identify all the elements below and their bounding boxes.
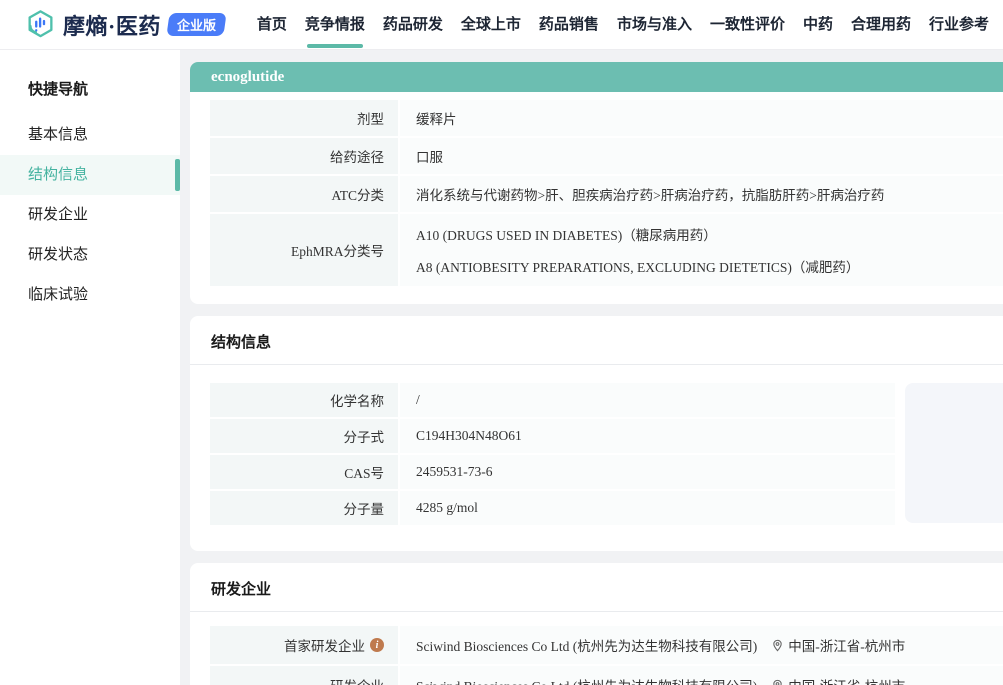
nav-item-global-launch[interactable]: 全球上市: [461, 0, 521, 50]
table-row: 分子量 4285 g/mol: [210, 491, 895, 525]
nav-item-competitive-intel[interactable]: 竞争情报: [305, 0, 365, 50]
drug-name-header: ecnoglutide: [190, 62, 1003, 92]
sidebar-item-rd-status[interactable]: 研发状态: [0, 235, 180, 275]
table-row: CAS号 2459531-73-6: [210, 455, 895, 489]
quick-nav-sidebar: 快捷导航 基本信息 结构信息 研发企业 研发状态 临床试验: [0, 50, 180, 685]
nav-item-drug-sales[interactable]: 药品销售: [539, 0, 599, 50]
brand-hexagon-icon: [25, 9, 56, 40]
ephmra-line-1: A10 (DRUGS USED IN DIABETES)（糖尿病用药）: [416, 224, 717, 244]
row-value: /: [400, 383, 895, 417]
sidebar-item-structure-info[interactable]: 结构信息: [0, 155, 180, 195]
location-pin-icon: [771, 679, 784, 685]
row-label: 给药途径: [210, 138, 398, 174]
nav-item-market-access[interactable]: 市场与准入: [617, 0, 692, 50]
company-name[interactable]: Sciwind Biosciences Co Ltd (杭州先为达生物科技有限公…: [416, 675, 757, 685]
location-pin-icon: [771, 639, 784, 652]
row-value: A10 (DRUGS USED IN DIABETES)（糖尿病用药） A8 (…: [400, 214, 1003, 286]
row-label: EphMRA分类号: [210, 214, 398, 286]
structure-info-table: 化学名称 / 分子式 C194H304N48O61 CAS号 2459531-7…: [210, 383, 895, 527]
nav-item-drug-rd[interactable]: 药品研发: [383, 0, 443, 50]
row-value: 4285 g/mol: [400, 491, 895, 525]
info-icon[interactable]: i: [370, 638, 384, 652]
table-row: EphMRA分类号 A10 (DRUGS USED IN DIABETES)（糖…: [210, 214, 1003, 286]
nav-item-home[interactable]: 首页: [257, 0, 287, 50]
location-text: 中国-浙江省-杭州市: [788, 675, 905, 685]
drug-name: ecnoglutide: [211, 69, 284, 86]
nav-item-tcm[interactable]: 中药: [803, 0, 833, 50]
row-label: 首家研发企业 i: [210, 626, 398, 664]
basic-info-table: 剂型 缓释片 给药途径 口服 ATC分类 消化系统与代谢药物>肝、胆疾病治疗药>…: [190, 92, 1003, 304]
row-value: 消化系统与代谢药物>肝、胆疾病治疗药>肝病治疗药，抗脂肪肝药>肝病治疗药: [400, 176, 1003, 212]
section-title: 研发企业: [190, 563, 1003, 612]
sidebar-item-clinical-trials[interactable]: 临床试验: [0, 275, 180, 315]
company-location: 中国-浙江省-杭州市: [771, 635, 905, 655]
table-row: 首家研发企业 i Sciwind Biosciences Co Ltd (杭州先…: [210, 626, 1003, 664]
structure-info-body: 化学名称 / 分子式 C194H304N48O61 CAS号 2459531-7…: [190, 365, 1003, 551]
table-row: 给药途径 口服: [210, 138, 1003, 174]
enterprise-badge: 企业版: [166, 13, 226, 36]
company-name[interactable]: Sciwind Biosciences Co Ltd (杭州先为达生物科技有限公…: [416, 635, 757, 655]
structure-info-card: 结构信息 化学名称 / 分子式 C194H304N48O61 CAS号 2459…: [190, 316, 1003, 551]
row-label: 分子量: [210, 491, 398, 525]
table-row: 研发企业 Sciwind Biosciences Co Ltd (杭州先为达生物…: [210, 666, 1003, 685]
sidebar-item-rd-company[interactable]: 研发企业: [0, 195, 180, 235]
table-row: 化学名称 /: [210, 383, 895, 417]
table-row: ATC分类 消化系统与代谢药物>肝、胆疾病治疗药>肝病治疗药，抗脂肪肝药>肝病治…: [210, 176, 1003, 212]
rd-company-table: 首家研发企业 i Sciwind Biosciences Co Ltd (杭州先…: [210, 626, 1003, 685]
row-value: C194H304N48O61: [400, 419, 895, 453]
row-value: Sciwind Biosciences Co Ltd (杭州先为达生物科技有限公…: [400, 626, 1003, 664]
brand-logo[interactable]: 摩熵·医药 企业版: [25, 9, 225, 41]
sidebar-title: 快捷导航: [0, 68, 180, 109]
ephmra-line-2: A8 (ANTIOBESITY PREPARATIONS, EXCLUDING …: [416, 256, 859, 276]
row-label: CAS号: [210, 455, 398, 489]
row-value: 2459531-73-6: [400, 455, 895, 489]
table-row: 剂型 缓释片: [210, 100, 1003, 136]
row-label: 研发企业: [210, 666, 398, 685]
basic-info-card: ecnoglutide 剂型 缓释片 给药途径 口服 ATC分类 消化系统与代谢…: [190, 62, 1003, 304]
table-row: 分子式 C194H304N48O61: [210, 419, 895, 453]
company-location: 中国-浙江省-杭州市: [771, 675, 905, 685]
section-title: 结构信息: [190, 316, 1003, 365]
sidebar-item-basic-info[interactable]: 基本信息: [0, 115, 180, 155]
page-layout: 快捷导航 基本信息 结构信息 研发企业 研发状态 临床试验 ecnoglutid…: [0, 50, 1003, 685]
rd-company-body: 首家研发企业 i Sciwind Biosciences Co Ltd (杭州先…: [190, 612, 1003, 685]
rd-company-card: 研发企业 首家研发企业 i Sciwind Biosciences Co Ltd…: [190, 563, 1003, 685]
row-value: 缓释片: [400, 100, 1003, 136]
nav-item-industry-reference[interactable]: 行业参考: [929, 0, 989, 50]
row-label: ATC分类: [210, 176, 398, 212]
location-text: 中国-浙江省-杭州市: [788, 635, 905, 655]
brand-name: 摩熵·医药: [63, 9, 161, 41]
molecular-structure-placeholder: [905, 383, 1003, 523]
top-navbar: 摩熵·医药 企业版 首页 竞争情报 药品研发 全球上市 药品销售 市场与准入 一…: [0, 0, 1003, 50]
nav-item-consistency-eval[interactable]: 一致性评价: [710, 0, 785, 50]
row-label: 剂型: [210, 100, 398, 136]
row-label: 分子式: [210, 419, 398, 453]
main-nav: 首页 竞争情报 药品研发 全球上市 药品销售 市场与准入 一致性评价 中药 合理…: [257, 0, 989, 50]
main-content: ecnoglutide 剂型 缓释片 给药途径 口服 ATC分类 消化系统与代谢…: [190, 50, 1003, 685]
row-value: Sciwind Biosciences Co Ltd (杭州先为达生物科技有限公…: [400, 666, 1003, 685]
nav-item-rational-use[interactable]: 合理用药: [851, 0, 911, 50]
row-value: 口服: [400, 138, 1003, 174]
row-label: 化学名称: [210, 383, 398, 417]
